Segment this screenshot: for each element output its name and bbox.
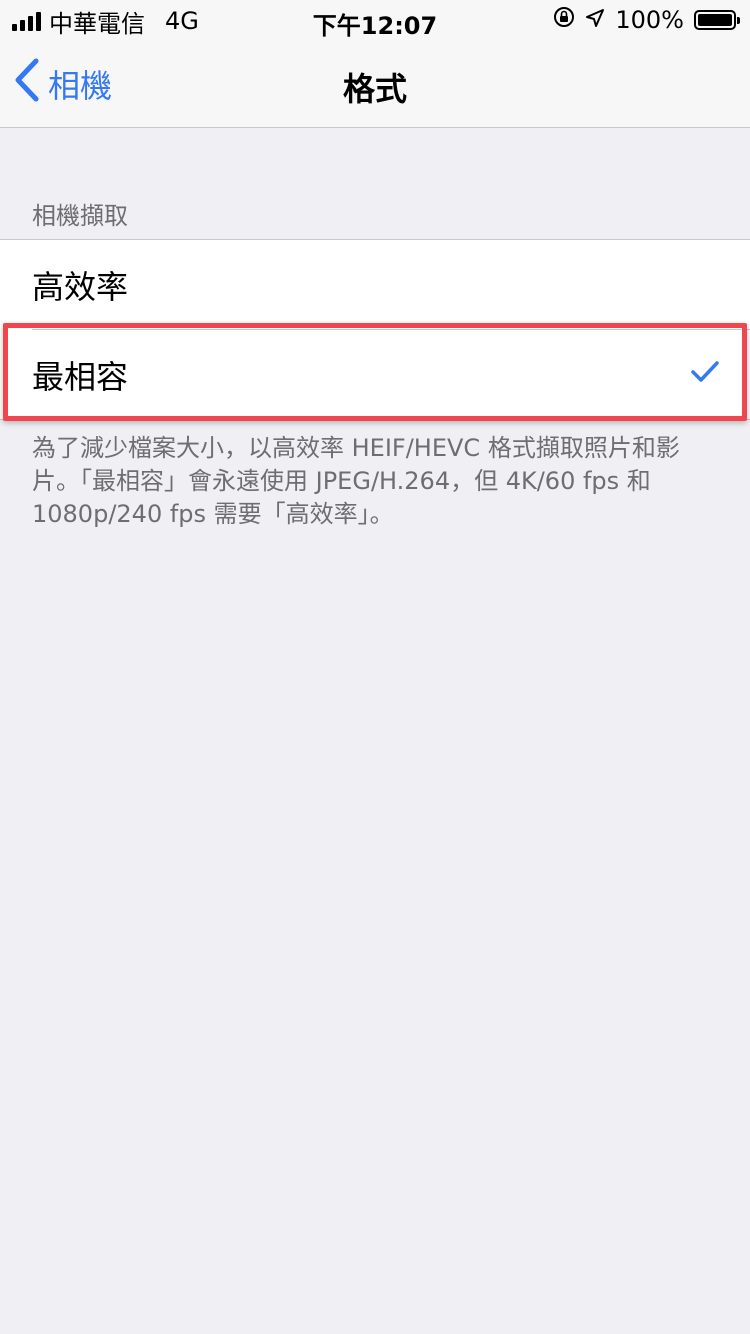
location-arrow-icon bbox=[585, 6, 605, 34]
battery-percent: 100% bbox=[615, 6, 684, 34]
section-header: 相機擷取 bbox=[32, 202, 128, 230]
option-high-efficiency[interactable]: 高效率 bbox=[0, 240, 750, 329]
option-label: 高效率 bbox=[32, 267, 129, 306]
status-right: 100% bbox=[553, 6, 740, 34]
orientation-lock-icon bbox=[553, 6, 575, 34]
battery-icon bbox=[694, 10, 740, 30]
section-footer: 為了減少檔案大小，以高效率 HEIF/HEVC 格式擷取照片和影片。「最相容」會… bbox=[32, 434, 680, 528]
status-bar: 中華電信 4G 下午12:07 100% bbox=[0, 0, 750, 40]
format-options-group: 高效率 最相容 bbox=[0, 239, 750, 420]
battery-fill bbox=[698, 14, 732, 26]
option-most-compatible[interactable]: 最相容 bbox=[0, 330, 750, 419]
battery-cap bbox=[737, 17, 740, 24]
option-label: 最相容 bbox=[32, 357, 129, 396]
page-title: 格式 bbox=[342, 70, 407, 108]
checkmark-icon bbox=[690, 360, 720, 388]
navigation-bar: 相機 格式 bbox=[0, 40, 750, 128]
